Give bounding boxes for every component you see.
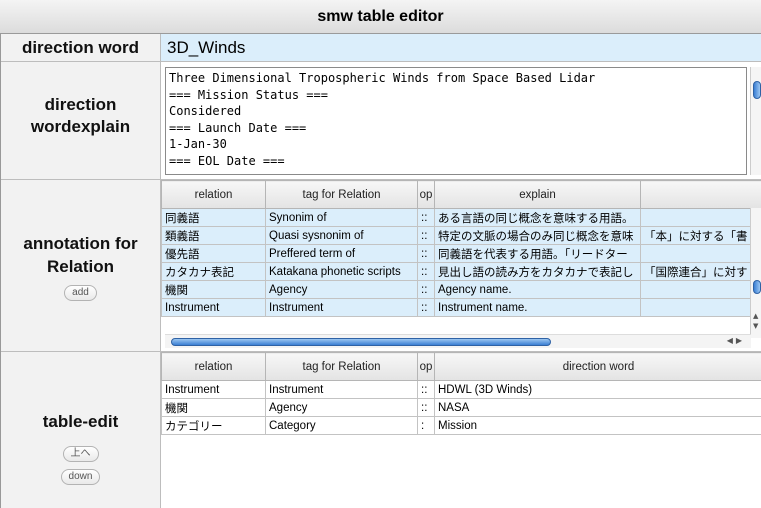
table-cell[interactable]: :: xyxy=(417,280,435,299)
annotation-label-line1: annotation for xyxy=(23,234,138,253)
column-header[interactable]: relation xyxy=(161,352,266,381)
table-row[interactable]: カテゴリー Category : Mission xyxy=(161,416,761,435)
annotation-horizontal-scrollbar[interactable]: ◀▶ xyxy=(165,334,751,348)
direction-word-label: direction word xyxy=(1,34,161,62)
move-down-button[interactable]: down xyxy=(60,469,101,485)
direction-wordexplain-textarea[interactable]: Three Dimensional Tropospheric Winds fro… xyxy=(165,67,747,175)
table-cell[interactable]: 同義語を代表する用語。「リードター xyxy=(434,244,641,263)
table-cell[interactable]: NASA xyxy=(434,398,761,417)
direction-wordexplain-label-line2: wordexplain xyxy=(30,117,131,136)
table-row[interactable]: 類義語 Quasi sysnonim of :: 特定の文脈の場合のみ同じ概念を… xyxy=(161,226,761,245)
move-up-button[interactable]: 上へ xyxy=(62,446,99,462)
table-cell[interactable] xyxy=(640,298,761,317)
column-header[interactable] xyxy=(640,180,761,209)
table-cell[interactable]: HDWL (3D Winds) xyxy=(434,380,761,399)
table-row[interactable]: Instrument Instrument :: Instrument name… xyxy=(161,298,761,317)
textarea-scroll-thumb[interactable] xyxy=(753,81,761,99)
direction-wordexplain-label: direction wordexplain xyxy=(1,62,161,180)
textarea-scrollbar[interactable] xyxy=(750,67,761,175)
table-cell[interactable]: Mission xyxy=(434,416,761,435)
annotation-header-row: relation tag for Relation op explain xyxy=(161,180,761,209)
table-cell[interactable]: Instrument name. xyxy=(434,298,641,317)
annotation-label-line2: Relation xyxy=(46,257,115,276)
column-header[interactable]: tag for Relation xyxy=(265,180,418,209)
table-cell[interactable]: Instrument xyxy=(161,298,266,317)
table-cell[interactable]: Agency xyxy=(265,398,418,417)
table-cell[interactable]: Katakana phonetic scripts xyxy=(265,262,418,281)
annotation-label: annotation for Relation add xyxy=(1,180,161,352)
direction-word-field[interactable]: 3D_Winds xyxy=(161,34,761,62)
scroll-up-arrow-icon[interactable]: ▲ xyxy=(753,312,758,320)
table-row[interactable]: 同義語 Synonim of :: ある言語の同じ概念を意味する用語。 xyxy=(161,208,761,227)
annotation-table: relation tag for Relation op explain 同義語… xyxy=(161,180,761,317)
table-cell[interactable]: :: xyxy=(417,398,435,417)
table-edit-table: relation tag for Relation op direction w… xyxy=(161,352,761,435)
table-cell[interactable]: 同義語 xyxy=(161,208,266,227)
table-cell[interactable]: :: xyxy=(417,226,435,245)
table-cell[interactable]: ある言語の同じ概念を意味する用語。 xyxy=(434,208,641,227)
table-cell[interactable]: :: xyxy=(417,244,435,263)
table-cell[interactable]: Quasi sysnonim of xyxy=(265,226,418,245)
table-cell[interactable] xyxy=(640,208,761,227)
table-cell[interactable]: 「本」に対する「書 xyxy=(640,226,761,245)
table-row[interactable]: 優先語 Preffered term of :: 同義語を代表する用語。「リード… xyxy=(161,244,761,263)
table-edit-label: table-edit 上へ down xyxy=(1,352,161,508)
table-cell[interactable]: Synonim of xyxy=(265,208,418,227)
table-cell[interactable]: カタカナ表記 xyxy=(161,262,266,281)
table-cell[interactable] xyxy=(640,244,761,263)
editor-frame: direction word 3D_Winds direction wordex… xyxy=(0,34,761,508)
table-cell[interactable] xyxy=(640,280,761,299)
column-header[interactable]: relation xyxy=(161,180,266,209)
table-cell[interactable]: 「国際連合」に対す xyxy=(640,262,761,281)
table-row[interactable]: 機関 Agency :: NASA xyxy=(161,398,761,417)
column-header[interactable]: explain xyxy=(434,180,641,209)
table-row[interactable]: カタカナ表記 Katakana phonetic scripts :: 見出し語… xyxy=(161,262,761,281)
table-cell[interactable]: 機関 xyxy=(161,280,266,299)
table-cell[interactable]: 類義語 xyxy=(161,226,266,245)
scroll-down-arrow-icon[interactable]: ▼ xyxy=(753,322,758,330)
column-header[interactable]: tag for Relation xyxy=(265,352,418,381)
table-cell[interactable]: Instrument xyxy=(265,380,418,399)
table-cell[interactable]: Agency xyxy=(265,280,418,299)
direction-wordexplain-label-line1: direction xyxy=(44,95,117,114)
column-header[interactable]: direction word xyxy=(434,352,761,381)
table-cell[interactable]: 特定の文脈の場合のみ同じ概念を意味 xyxy=(434,226,641,245)
window-title: smw table editor xyxy=(0,0,761,34)
annotation-table-container: relation tag for Relation op explain 同義語… xyxy=(161,180,761,352)
table-cell[interactable]: Category xyxy=(265,416,418,435)
table-cell[interactable]: Preffered term of xyxy=(265,244,418,263)
table-cell[interactable]: Agency name. xyxy=(434,280,641,299)
table-row[interactable]: 機関 Agency :: Agency name. xyxy=(161,280,761,299)
table-cell[interactable]: Instrument xyxy=(161,380,266,399)
table-edit-label-text: table-edit xyxy=(42,412,119,431)
table-cell[interactable]: 優先語 xyxy=(161,244,266,263)
annotation-vscroll-thumb[interactable] xyxy=(753,280,761,294)
table-cell[interactable]: :: xyxy=(417,298,435,317)
table-cell[interactable]: :: xyxy=(417,380,435,399)
column-header[interactable]: op xyxy=(417,352,435,381)
table-edit-header-row: relation tag for Relation op direction w… xyxy=(161,352,761,381)
direction-wordexplain-container: Three Dimensional Tropospheric Winds fro… xyxy=(161,62,761,180)
annotation-hscroll-thumb[interactable] xyxy=(171,338,551,346)
table-cell[interactable]: :: xyxy=(417,262,435,281)
table-cell[interactable]: : xyxy=(417,416,435,435)
table-cell[interactable]: 機関 xyxy=(161,398,266,417)
add-button[interactable]: add xyxy=(64,285,97,301)
table-cell[interactable]: カテゴリー xyxy=(161,416,266,435)
table-row[interactable]: Instrument Instrument :: HDWL (3D Winds) xyxy=(161,380,761,399)
table-cell[interactable]: 見出し語の読み方をカタカナで表記し xyxy=(434,262,641,281)
table-cell[interactable]: :: xyxy=(417,208,435,227)
table-cell[interactable]: Instrument xyxy=(265,298,418,317)
annotation-vertical-scrollbar[interactable]: ▲ ▼ xyxy=(750,208,761,338)
scroll-left-right-arrows-icon[interactable]: ◀▶ xyxy=(727,336,745,345)
table-edit-container: relation tag for Relation op direction w… xyxy=(161,352,761,508)
column-header[interactable]: op xyxy=(417,180,435,209)
